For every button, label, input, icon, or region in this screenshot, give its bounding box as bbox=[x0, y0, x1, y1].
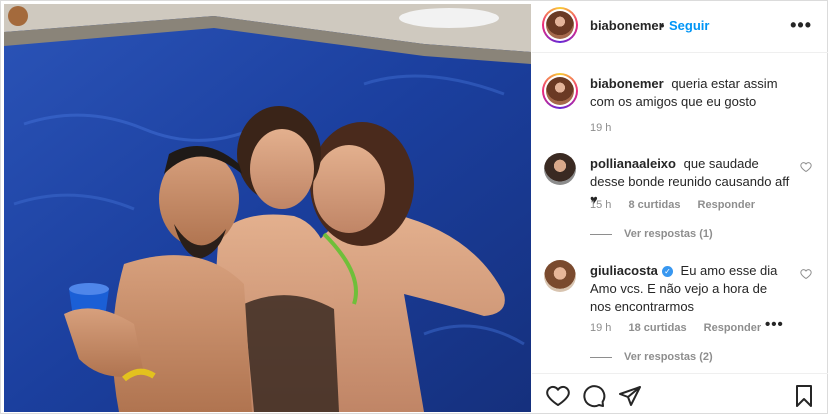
reply-button[interactable]: Responder bbox=[698, 199, 755, 211]
verified-badge-icon: ✓ bbox=[661, 266, 673, 278]
comment-icon[interactable] bbox=[582, 384, 606, 408]
caption-username[interactable]: biabonemer bbox=[590, 76, 664, 91]
caption-time[interactable]: 19 h bbox=[590, 122, 611, 134]
save-bookmark-icon[interactable] bbox=[792, 384, 816, 408]
post-header: biabonemer • Seguir ••• bbox=[532, 1, 828, 53]
post-photo[interactable] bbox=[4, 4, 531, 412]
view-replies-label: Ver respostas (2) bbox=[624, 351, 713, 363]
commenter-avatar[interactable] bbox=[544, 260, 576, 292]
comment-username[interactable]: pollianaaleixo bbox=[590, 156, 676, 171]
like-heart-icon[interactable] bbox=[546, 384, 570, 408]
caption-avatar[interactable] bbox=[542, 73, 578, 109]
view-replies-label: Ver respostas (1) bbox=[624, 228, 713, 240]
comment-likes[interactable]: 18 curtidas bbox=[628, 322, 686, 334]
caption-meta: 19 h bbox=[590, 122, 625, 134]
comment-likes[interactable]: 8 curtidas bbox=[628, 199, 680, 211]
author-username[interactable]: biabonemer bbox=[590, 18, 664, 33]
view-replies-toggle[interactable]: Ver respostas (1) bbox=[590, 228, 713, 240]
replies-divider-line bbox=[590, 233, 612, 235]
follow-button[interactable]: Seguir bbox=[669, 18, 709, 33]
comment-meta: 19 h 18 curtidas Responder bbox=[590, 322, 775, 334]
commenter-avatar[interactable] bbox=[544, 153, 576, 185]
post-modal: biabonemer • Seguir ••• biabonemer queri… bbox=[0, 0, 828, 414]
comments-list[interactable]: biabonemer queria estar assim com os ami… bbox=[532, 54, 828, 372]
caption-text-block: biabonemer queria estar assim com os ami… bbox=[590, 75, 790, 111]
comment-like-heart-icon[interactable] bbox=[800, 161, 812, 173]
comment-text-block: giuliacosta ✓ Eu amo esse dia Amo vcs. E … bbox=[590, 262, 790, 316]
comment-meta: 15 h 8 curtidas Responder bbox=[590, 199, 769, 211]
pool-photo-illustration bbox=[4, 4, 531, 412]
comment-like-heart-icon[interactable] bbox=[800, 268, 812, 280]
comment-username[interactable]: giuliacosta bbox=[590, 263, 658, 278]
more-options-icon[interactable]: ••• bbox=[790, 15, 812, 36]
comment-time[interactable]: 19 h bbox=[590, 322, 611, 334]
reply-button[interactable]: Responder bbox=[704, 322, 761, 334]
share-icon[interactable] bbox=[618, 384, 642, 408]
replies-divider-line bbox=[590, 356, 612, 358]
post-side-panel: biabonemer • Seguir ••• biabonemer queri… bbox=[532, 1, 828, 414]
comment-options-icon[interactable]: ••• bbox=[765, 316, 784, 333]
comment-time[interactable]: 15 h bbox=[590, 199, 611, 211]
view-replies-toggle[interactable]: Ver respostas (2) bbox=[590, 351, 713, 363]
author-avatar[interactable] bbox=[542, 7, 578, 43]
action-bar bbox=[532, 373, 828, 414]
header-separator: • bbox=[660, 18, 665, 33]
